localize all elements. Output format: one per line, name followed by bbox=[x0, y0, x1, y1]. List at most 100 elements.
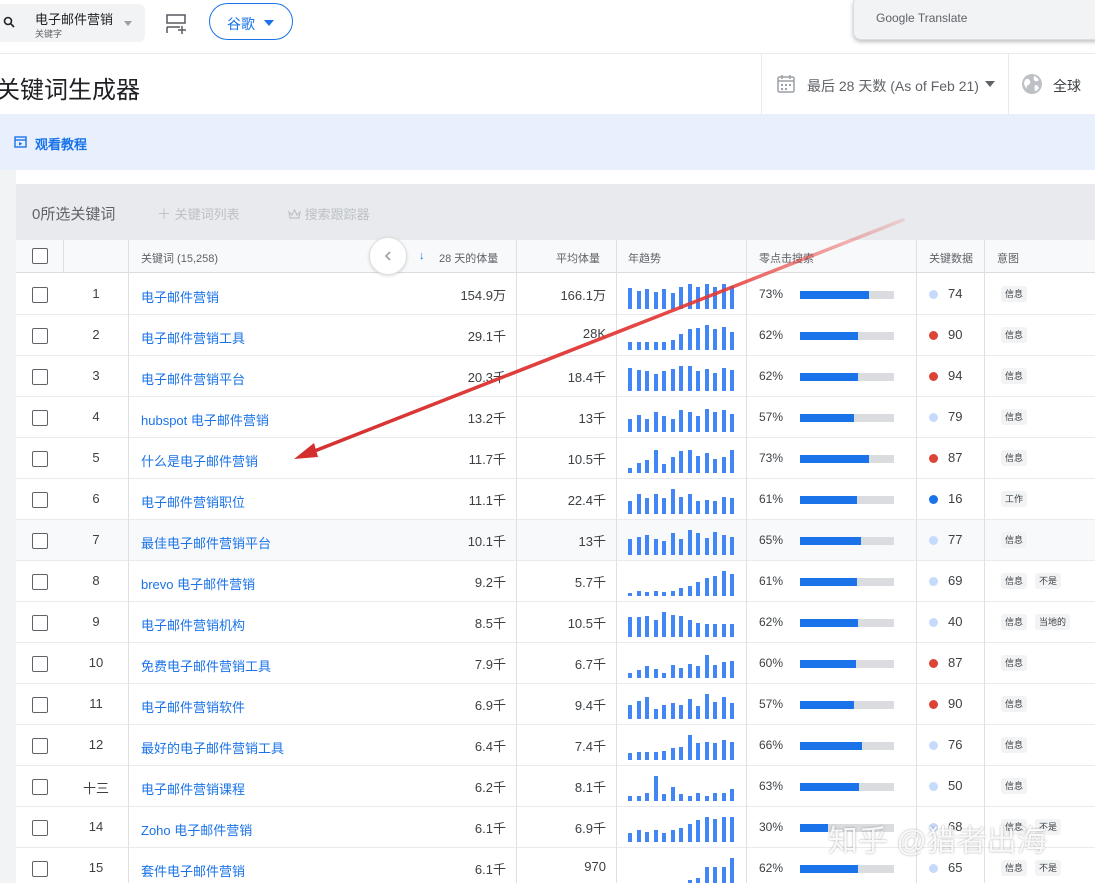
intent-badge: 当地的 bbox=[1035, 614, 1071, 630]
trend-sparkline bbox=[628, 855, 738, 883]
collapse-panel-button[interactable] bbox=[369, 237, 407, 275]
row-checkbox[interactable] bbox=[32, 492, 48, 508]
trend-bar bbox=[687, 366, 692, 391]
keyword-link[interactable]: 最好的电子邮件营销工具 bbox=[141, 738, 284, 757]
trend-bar bbox=[645, 419, 649, 432]
trend-bar bbox=[687, 796, 692, 801]
header-volume[interactable]: 28 天的体量 bbox=[439, 250, 498, 266]
trend-bar bbox=[713, 624, 717, 637]
keyword-link[interactable]: 套件电子邮件营销 bbox=[141, 861, 245, 880]
table-row[interactable]: 7 最佳电子邮件营销平台 10.1千 13千 65% 77 信息 bbox=[16, 520, 1095, 561]
google-translate-tab[interactable]: Google Translate bbox=[853, 0, 1095, 40]
date-range-filter[interactable]: 最后 28 天数 (As of Feb 21) bbox=[761, 54, 1009, 114]
avg-volume-value: 13千 bbox=[578, 411, 606, 426]
trend-bar bbox=[670, 615, 675, 637]
trend-bar bbox=[730, 858, 734, 883]
row-checkbox[interactable] bbox=[32, 820, 48, 836]
keyword-link[interactable]: 电子邮件营销平台 bbox=[141, 369, 245, 388]
table-row[interactable]: 6 电子邮件营销职位 11.1千 22.4千 61% 16 工作 bbox=[16, 479, 1095, 520]
trend-bar bbox=[628, 368, 632, 391]
add-to-keyword-list-button[interactable]: ＋ 关键词列表 bbox=[157, 204, 240, 224]
row-checkbox[interactable] bbox=[32, 738, 48, 754]
header-zero-click[interactable]: 零点击搜索 bbox=[759, 250, 814, 266]
trend-bar bbox=[730, 450, 734, 473]
table-row[interactable]: 5 什么是电子邮件营销 11.7千 10.5千 73% 87 信息 bbox=[16, 438, 1095, 479]
difficulty-dot-icon bbox=[929, 495, 938, 504]
trend-bar bbox=[636, 591, 641, 596]
row-index: 10 bbox=[88, 655, 104, 670]
row-checkbox[interactable] bbox=[32, 615, 48, 631]
tutorial-link[interactable]: 观看教程 bbox=[35, 134, 87, 153]
row-checkbox[interactable] bbox=[32, 451, 48, 467]
trend-bar bbox=[721, 535, 726, 555]
table-row[interactable]: 3 电子邮件营销平台 20.3千 18.4千 62% 94 信息 bbox=[16, 356, 1095, 397]
database-icon[interactable] bbox=[164, 12, 188, 36]
trend-bar bbox=[628, 705, 632, 719]
keyword-link[interactable]: 电子邮件营销课程 bbox=[141, 779, 245, 798]
row-checkbox[interactable] bbox=[32, 533, 48, 549]
row-checkbox[interactable] bbox=[32, 779, 48, 795]
table-row[interactable]: 12 最好的电子邮件营销工具 6.4千 7.4千 66% 76 信息 bbox=[16, 725, 1095, 766]
zero-click-bar-fill bbox=[800, 578, 857, 586]
trend-bar bbox=[670, 419, 675, 432]
difficulty-dot-icon bbox=[929, 700, 938, 709]
keyword-search-box[interactable]: 电子邮件营销 关键字 bbox=[0, 4, 145, 42]
trend-bar bbox=[721, 740, 726, 760]
trend-bar bbox=[721, 284, 726, 309]
keyword-link[interactable]: 电子邮件营销工具 bbox=[141, 328, 245, 347]
table-row[interactable]: 4 hubspot 电子邮件营销 13.2千 13千 57% 79 信息 bbox=[16, 397, 1095, 438]
keyword-link[interactable]: hubspot 电子邮件营销 bbox=[141, 410, 269, 429]
volume-value: 6.1千 bbox=[474, 862, 506, 877]
zero-click-percent: 73% bbox=[759, 451, 784, 465]
sort-down-icon[interactable]: ↓ bbox=[419, 250, 425, 262]
trend-bar bbox=[670, 591, 675, 596]
row-checkbox[interactable] bbox=[32, 656, 48, 672]
row-checkbox[interactable] bbox=[32, 410, 48, 426]
trend-bar bbox=[636, 701, 641, 719]
trend-bar bbox=[721, 817, 726, 842]
tutorial-banner[interactable]: 观看教程 bbox=[0, 114, 1095, 170]
table-row[interactable]: 十三 电子邮件营销课程 6.2千 8.1千 63% 50 信息 bbox=[16, 766, 1095, 807]
keyword-link[interactable]: 什么是电子邮件营销 bbox=[141, 451, 258, 470]
keyword-link[interactable]: 电子邮件营销机构 bbox=[141, 615, 245, 634]
table-row[interactable]: 10 免费电子邮件营销工具 7.9千 6.7千 60% 87 信息 bbox=[16, 643, 1095, 684]
table-row[interactable]: 8 brevo 电子邮件营销 9.2千 5.7千 61% 69 信息 不是 bbox=[16, 561, 1095, 602]
row-checkbox[interactable] bbox=[32, 369, 48, 385]
header-avg-volume[interactable]: 平均体量 bbox=[556, 250, 600, 266]
search-engine-dropdown[interactable]: 谷歌 bbox=[209, 3, 293, 40]
trend-bar bbox=[662, 342, 666, 350]
keyword-link[interactable]: 电子邮件营销软件 bbox=[141, 697, 245, 716]
add-to-search-tracker-button[interactable]: 搜索跟踪器 bbox=[288, 204, 370, 223]
trend-bar bbox=[704, 284, 709, 309]
keyword-link[interactable]: brevo 电子邮件营销 bbox=[141, 574, 255, 593]
row-checkbox[interactable] bbox=[32, 328, 48, 344]
header-keyword-data[interactable]: 关键数据 bbox=[929, 250, 973, 266]
trend-sparkline bbox=[628, 650, 738, 678]
keyword-link[interactable]: 免费电子邮件营销工具 bbox=[141, 656, 271, 675]
keyword-link[interactable]: 最佳电子邮件营销平台 bbox=[141, 533, 271, 552]
table-row[interactable]: 11 电子邮件营销软件 6.9千 9.4千 57% 90 信息 bbox=[16, 684, 1095, 725]
table-row[interactable]: 2 电子邮件营销工具 29.1千 28K 62% 90 信息 bbox=[16, 315, 1095, 356]
row-checkbox[interactable] bbox=[32, 287, 48, 303]
keyword-difficulty-value: 77 bbox=[948, 532, 963, 547]
avg-volume-value: 6.7千 bbox=[574, 657, 606, 672]
trend-bar bbox=[670, 457, 675, 473]
keyword-link[interactable]: 电子邮件营销职位 bbox=[141, 492, 245, 511]
trend-bar bbox=[645, 535, 649, 555]
keyword-link[interactable]: 电子邮件营销 bbox=[141, 287, 219, 306]
trend-bar bbox=[704, 325, 709, 350]
intent-badge: 信息 bbox=[1001, 696, 1028, 712]
trend-bar bbox=[713, 501, 717, 514]
difficulty-dot-icon bbox=[929, 864, 938, 873]
table-row[interactable]: 9 电子邮件营销机构 8.5千 10.5千 62% 40 信息 当地的 bbox=[16, 602, 1095, 643]
header-keyword[interactable]: 关键词 (15,258) bbox=[141, 250, 218, 266]
trend-bar bbox=[713, 665, 717, 678]
keyword-link[interactable]: Zoho 电子邮件营销 bbox=[141, 820, 252, 839]
table-row[interactable]: 1 电子邮件营销 154.9万 166.1万 73% 74 信息 bbox=[16, 274, 1095, 315]
row-checkbox[interactable] bbox=[32, 697, 48, 713]
select-all-checkbox[interactable] bbox=[32, 248, 48, 264]
row-checkbox[interactable] bbox=[32, 861, 48, 877]
row-checkbox[interactable] bbox=[32, 574, 48, 590]
trend-bar bbox=[696, 820, 700, 842]
trend-bar bbox=[696, 456, 700, 473]
